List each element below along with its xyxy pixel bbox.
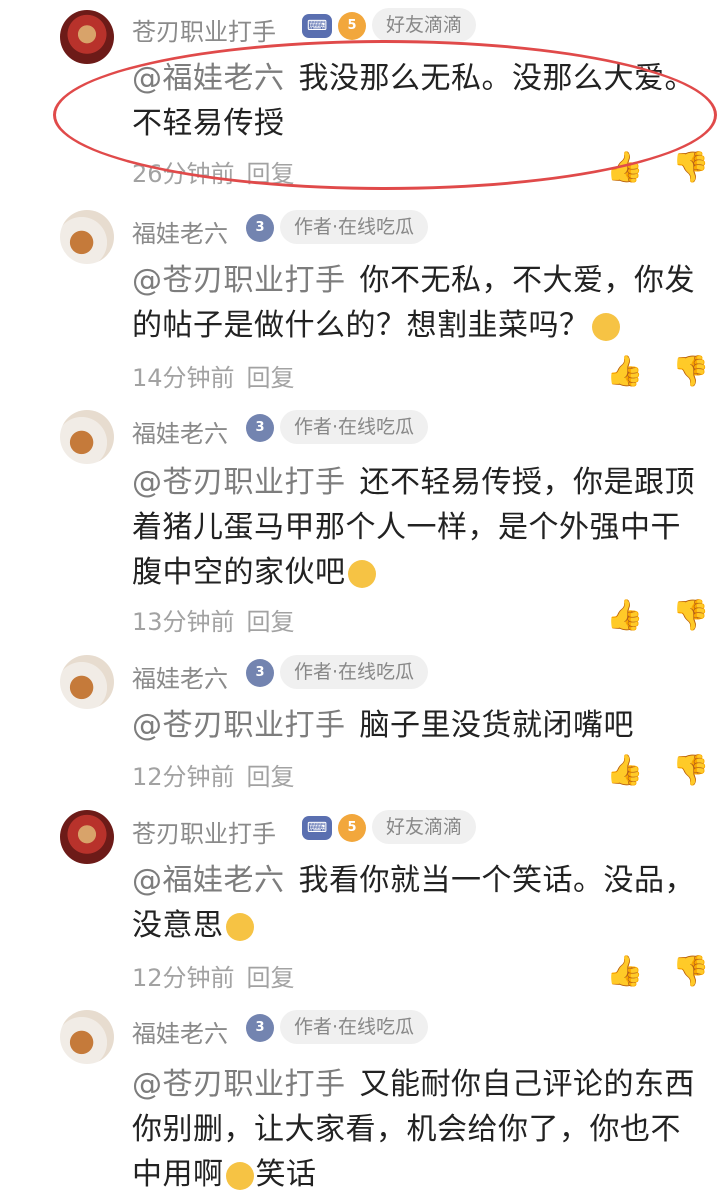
author-name[interactable]: 福娃老六 <box>132 414 228 449</box>
user-tag: 作者·在线吃瓜 <box>280 655 429 689</box>
thumbs-up-icon[interactable]: 👍 <box>606 150 643 186</box>
emoji-icon <box>225 1161 254 1190</box>
emoji-icon <box>347 559 376 588</box>
user-tag: 作者·在线吃瓜 <box>280 1010 429 1044</box>
author-name[interactable]: 福娃老六 <box>132 659 228 694</box>
thumbs-down-icon[interactable]: 👎 <box>672 753 709 789</box>
comment-content: @福娃老六 我没那么无私。没那么大爱。不轻易传授 <box>132 56 707 146</box>
reply-button[interactable]: 回复 <box>247 964 295 992</box>
comment-meta: 12分钟前 回复 <box>132 757 295 792</box>
avatar[interactable] <box>60 810 114 864</box>
avatar[interactable] <box>60 1010 114 1064</box>
mention-link[interactable]: @苍刃职业打手 <box>132 263 346 298</box>
reply-button[interactable]: 回复 <box>247 763 295 791</box>
emoji-icon <box>591 312 620 341</box>
mention-link[interactable]: @苍刃职业打手 <box>132 465 346 500</box>
user-tag: 好友滴滴 <box>372 8 477 42</box>
reply-button[interactable]: 回复 <box>247 608 295 636</box>
comment-meta: 26分钟前 回复 <box>132 154 295 189</box>
thumbs-down-icon[interactable]: 👎 <box>672 150 709 186</box>
mention-link[interactable]: @福娃老六 <box>132 61 285 96</box>
timestamp: 14分钟前 <box>132 364 235 392</box>
thumbs-down-icon[interactable]: 👎 <box>672 354 709 390</box>
comment-meta: 14分钟前 回复 <box>132 358 295 393</box>
reply-button[interactable]: 回复 <box>247 160 295 188</box>
comment-content: @苍刃职业打手 你不无私，不大爱，你发的帖子是做什么的？想割韭菜吗？ <box>132 258 707 348</box>
thumbs-up-icon[interactable]: 👍 <box>606 753 643 789</box>
game-badge-icon: ⌨ <box>302 14 332 38</box>
comment-meta: 12分钟前 回复 <box>132 958 295 993</box>
avatar[interactable] <box>60 655 114 709</box>
comment-text-tail: 笑话 <box>255 1157 317 1192</box>
reply-button[interactable]: 回复 <box>247 364 295 392</box>
thumbs-up-icon[interactable]: 👍 <box>606 954 643 990</box>
comment-content: @苍刃职业打手 脑子里没货就闭嘴吧 <box>132 703 707 748</box>
level-badge: 5 <box>338 12 366 40</box>
author-name[interactable]: 福娃老六 <box>132 214 228 249</box>
timestamp: 12分钟前 <box>132 763 235 791</box>
timestamp: 13分钟前 <box>132 608 235 636</box>
user-tag: 作者·在线吃瓜 <box>280 210 429 244</box>
avatar[interactable] <box>60 10 114 64</box>
comment-content: @苍刃职业打手 还不轻易传授，你是跟顶着猪儿蛋马甲那个人一样，是个外强中干腹中空的… <box>132 460 707 595</box>
avatar[interactable] <box>60 210 114 264</box>
level-badge: 3 <box>246 659 274 687</box>
emoji-icon <box>225 912 254 941</box>
comment-content: @福娃老六 我看你就当一个笑话。没品，没意思 <box>132 858 707 948</box>
comment-content: @苍刃职业打手 又能耐你自己评论的东西你别删，让大家看，机会给你了，你也不中用啊笑… <box>132 1062 707 1197</box>
user-tag: 好友滴滴 <box>372 810 477 844</box>
level-badge: 3 <box>246 1014 274 1042</box>
level-badge: 5 <box>338 814 366 842</box>
mention-link[interactable]: @福娃老六 <box>132 863 285 898</box>
thumbs-up-icon[interactable]: 👍 <box>606 598 643 634</box>
user-tag: 作者·在线吃瓜 <box>280 410 429 444</box>
author-name[interactable]: 苍刃职业打手 <box>132 814 276 849</box>
comment-meta: 13分钟前 回复 <box>132 602 295 637</box>
level-badge: 3 <box>246 414 274 442</box>
timestamp: 12分钟前 <box>132 964 235 992</box>
level-badge: 3 <box>246 214 274 242</box>
comment-text: 脑子里没货就闭嘴吧 <box>359 708 634 743</box>
thumbs-up-icon[interactable]: 👍 <box>606 354 643 390</box>
mention-link[interactable]: @苍刃职业打手 <box>132 1067 346 1102</box>
author-name[interactable]: 苍刃职业打手 <box>132 12 276 47</box>
mention-link[interactable]: @苍刃职业打手 <box>132 708 346 743</box>
game-badge-icon: ⌨ <box>302 816 332 840</box>
thumbs-down-icon[interactable]: 👎 <box>672 954 709 990</box>
author-name[interactable]: 福娃老六 <box>132 1014 228 1049</box>
timestamp: 26分钟前 <box>132 160 235 188</box>
avatar[interactable] <box>60 410 114 464</box>
thumbs-down-icon[interactable]: 👎 <box>672 598 709 634</box>
